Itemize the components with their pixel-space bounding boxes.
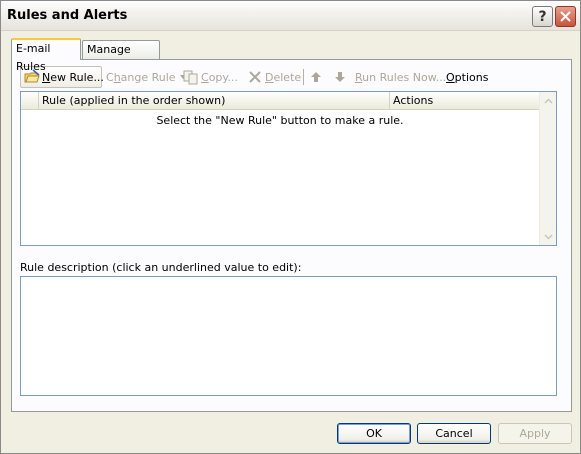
ok-button[interactable]: OK bbox=[337, 423, 411, 444]
scroll-up-button[interactable] bbox=[541, 93, 556, 108]
chevron-down-icon bbox=[544, 233, 553, 240]
rule-description-label: Rule description (click an underlined va… bbox=[20, 261, 302, 274]
toolbar-separator bbox=[303, 69, 304, 85]
rules-and-alerts-dialog: Rules and Alerts ? E-mail Rules Manage A… bbox=[0, 0, 581, 454]
change-rule-button[interactable]: Change Rule bbox=[106, 66, 187, 88]
new-rule-label: New Rule... bbox=[42, 70, 104, 84]
rules-toolbar: New Rule... Change Rule Copy... Delete R… bbox=[20, 66, 540, 88]
close-icon bbox=[560, 11, 571, 22]
options-button[interactable]: Options bbox=[446, 66, 488, 88]
move-up-button[interactable] bbox=[310, 66, 322, 88]
arrow-down-icon bbox=[335, 72, 345, 82]
arrow-up-icon bbox=[311, 72, 321, 82]
window-title: Rules and Alerts bbox=[7, 8, 128, 23]
move-down-button[interactable] bbox=[334, 66, 346, 88]
delete-button[interactable]: Delete bbox=[247, 66, 301, 88]
tab-manage-alerts[interactable]: Manage Alerts bbox=[82, 40, 160, 74]
delete-icon bbox=[247, 69, 263, 85]
chevron-up-icon bbox=[544, 97, 553, 104]
title-bar[interactable]: Rules and Alerts ? bbox=[1, 1, 580, 31]
tab-label: E-mail Rules bbox=[16, 42, 51, 73]
rules-list-scrollbar[interactable] bbox=[539, 92, 556, 245]
checkbox-column-header[interactable] bbox=[21, 92, 39, 109]
column-header-actions[interactable]: Actions bbox=[390, 92, 539, 109]
help-button[interactable]: ? bbox=[532, 6, 553, 27]
run-rules-now-label: Run Rules Now... bbox=[355, 70, 447, 84]
scroll-down-button[interactable] bbox=[541, 229, 556, 244]
rule-description-box[interactable] bbox=[20, 276, 557, 396]
rules-list[interactable]: Rule (applied in the order shown) Action… bbox=[20, 91, 557, 246]
change-rule-label: Change Rule bbox=[106, 70, 176, 84]
options-label: Options bbox=[446, 70, 489, 84]
tab-email-rules[interactable]: E-mail Rules bbox=[11, 38, 81, 73]
close-button[interactable] bbox=[555, 6, 576, 27]
cancel-button[interactable]: Cancel bbox=[417, 423, 491, 444]
empty-list-message: Select the "New Rule" button to make a r… bbox=[156, 114, 404, 127]
rules-list-header: Rule (applied in the order shown) Action… bbox=[21, 92, 539, 110]
copy-label: Copy... bbox=[201, 70, 238, 84]
apply-button[interactable]: Apply bbox=[498, 423, 572, 444]
run-rules-now-button[interactable]: Run Rules Now... bbox=[355, 66, 446, 88]
help-icon: ? bbox=[538, 8, 547, 25]
copy-icon bbox=[183, 69, 199, 85]
delete-label: Delete bbox=[265, 70, 302, 84]
copy-button[interactable]: Copy... bbox=[183, 66, 238, 88]
column-header-rule[interactable]: Rule (applied in the order shown) bbox=[39, 92, 390, 109]
